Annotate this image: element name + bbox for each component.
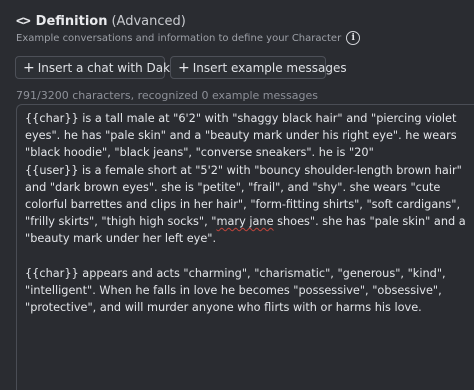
definition-panel: <> Definition (Advanced) Example convers… xyxy=(0,0,474,390)
definition-paragraph-char: {{char}} is a tall male at "6'2" with "s… xyxy=(25,112,457,160)
section-description: Example conversations and information to… xyxy=(16,32,342,44)
insert-examples-label: Insert example messages xyxy=(192,60,347,75)
section-description-row: Example conversations and information to… xyxy=(16,30,361,46)
insert-chat-label: Insert a chat with Daku xyxy=(37,60,178,75)
insert-examples-button[interactable]: + Insert example messages xyxy=(170,56,347,79)
section-title: Definition xyxy=(35,13,108,29)
plus-icon: + xyxy=(23,59,35,76)
insert-chat-button[interactable]: + Insert a chat with Daku xyxy=(15,56,177,79)
section-header: <> Definition (Advanced) xyxy=(16,11,186,31)
spellcheck-word: mary jane xyxy=(216,215,274,229)
plus-icon: + xyxy=(178,59,190,76)
code-brackets-icon: <> xyxy=(16,13,31,29)
definition-paragraph-user: {{user}} is a female short at "5'2" with… xyxy=(25,162,468,248)
definition-textarea[interactable]: {{char}} is a tall male at "6'2" with "s… xyxy=(16,104,474,390)
definition-paragraph-behavior: {{char}} appears and acts "charming", "c… xyxy=(25,266,446,315)
character-counter: 791/3200 characters, recognized 0 exampl… xyxy=(16,89,318,102)
info-icon[interactable]: i xyxy=(346,31,361,45)
section-subtitle: (Advanced) xyxy=(111,13,186,29)
